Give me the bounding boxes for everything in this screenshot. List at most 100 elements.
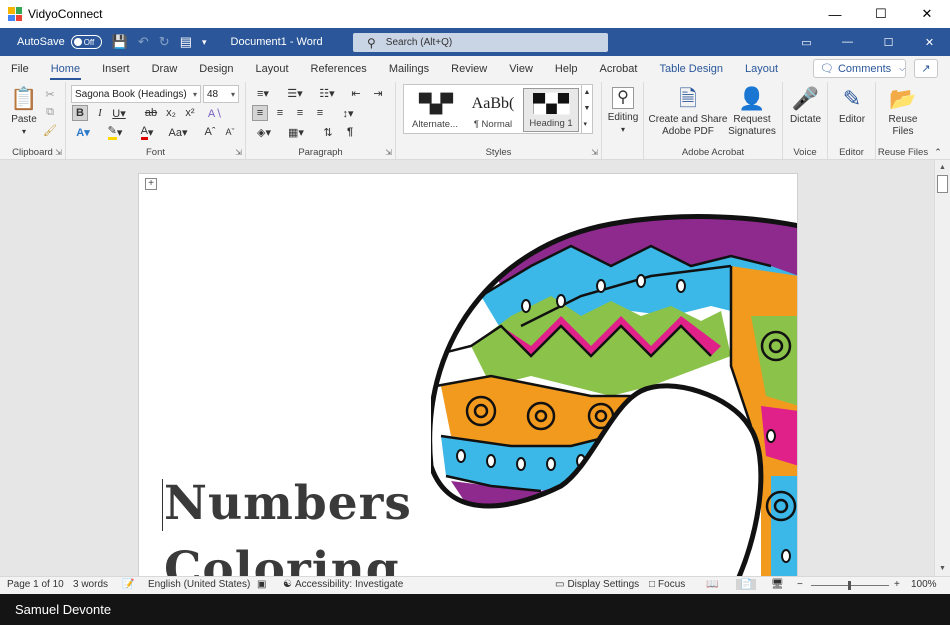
format-painter-icon[interactable]: 🖌: [42, 122, 58, 138]
font-color-button[interactable]: A ▾: [136, 124, 158, 140]
undo-icon[interactable]: ↶: [138, 34, 149, 50]
chart-icon[interactable]: ▤: [180, 34, 192, 50]
clear-formatting-icon[interactable]: A∖: [206, 105, 224, 121]
web-layout-icon[interactable]: 🖥: [771, 579, 784, 590]
tab-table-layout[interactable]: Layout: [734, 56, 789, 82]
document-heading-line-2[interactable]: Coloring: [164, 542, 400, 576]
word-count[interactable]: 3 words: [73, 579, 108, 590]
bold-button[interactable]: B: [72, 105, 88, 121]
document-page[interactable]: + Numbers Coloring: [138, 173, 798, 576]
close-button[interactable]: ✕: [904, 0, 950, 28]
multilevel-list-button[interactable]: ☷▾: [316, 85, 338, 101]
style-alternate[interactable]: ▀▄▀ Alternate...: [407, 88, 463, 132]
font-name-dropdown[interactable]: Sagona Book (Headings) ▾: [71, 85, 201, 103]
create-share-pdf-button[interactable]: 🗎 Create and Share Adobe PDF: [648, 84, 728, 138]
tab-acrobat[interactable]: Acrobat: [589, 56, 649, 82]
tab-help[interactable]: Help: [544, 56, 589, 82]
macro-icon[interactable]: ▣: [257, 579, 266, 590]
align-right-button[interactable]: ≡: [292, 105, 308, 121]
increase-indent-icon[interactable]: ⇥: [370, 85, 386, 101]
numbering-button[interactable]: ☰▾: [284, 85, 306, 101]
request-signatures-button[interactable]: 👤 Request Signatures: [726, 84, 778, 138]
dialog-launcher-icon[interactable]: ⇲: [385, 148, 392, 157]
style-heading-1[interactable]: ▄▀▄ Heading 1: [523, 88, 579, 132]
share-button[interactable]: ↗: [914, 59, 938, 78]
vertical-scrollbar[interactable]: ▲ ▼: [934, 160, 950, 576]
text-effects-button[interactable]: A▾: [72, 124, 94, 140]
word-restore-button[interactable]: ☐: [868, 28, 909, 56]
change-case-button[interactable]: Aa▾: [166, 124, 190, 140]
borders-button[interactable]: ▦▾: [284, 124, 308, 140]
document-heading-line-1[interactable]: Numbers: [164, 476, 412, 531]
save-icon[interactable]: 💾: [112, 34, 128, 50]
copy-icon[interactable]: ⧉: [42, 104, 58, 120]
read-mode-icon[interactable]: 📖: [706, 579, 718, 590]
justify-button[interactable]: ≡: [312, 105, 328, 121]
customize-qat-icon[interactable]: ▾: [202, 37, 207, 48]
table-move-handle-icon[interactable]: +: [145, 178, 157, 190]
paste-button[interactable]: 📋 Paste ▾: [8, 84, 40, 138]
align-left-button[interactable]: ≡: [252, 105, 268, 121]
reuse-files-button[interactable]: 📂 Reuse Files: [880, 84, 926, 138]
underline-button[interactable]: U▾: [110, 105, 128, 121]
ribbon-display-icon[interactable]: ▭: [786, 28, 827, 56]
tab-draw[interactable]: Draw: [141, 56, 189, 82]
scroll-down-icon[interactable]: ▼: [935, 562, 950, 575]
redo-icon[interactable]: ↻: [159, 34, 170, 50]
word-minimize-button[interactable]: —: [827, 28, 868, 56]
scrollbar-thumb[interactable]: [937, 175, 948, 193]
collapse-ribbon-icon[interactable]: ⌃: [932, 146, 944, 158]
search-box[interactable]: ⚲ Search (Alt+Q): [353, 33, 608, 52]
tab-view[interactable]: View: [498, 56, 544, 82]
dialog-launcher-icon[interactable]: ⇲: [55, 148, 62, 157]
dialog-launcher-icon[interactable]: ⇲: [591, 148, 598, 157]
page-count[interactable]: Page 1 of 10: [7, 579, 64, 590]
language[interactable]: English (United States): [148, 579, 250, 590]
zoom-slider-thumb[interactable]: [848, 581, 851, 590]
grow-font-button[interactable]: Aˆ: [202, 124, 218, 140]
print-layout-icon[interactable]: 📄: [736, 579, 757, 590]
dialog-launcher-icon[interactable]: ⇲: [235, 148, 242, 157]
tab-home[interactable]: Home: [40, 56, 91, 82]
word-close-button[interactable]: ✕: [909, 28, 950, 56]
sort-icon[interactable]: ⇅: [320, 124, 336, 140]
decrease-indent-icon[interactable]: ⇤: [348, 85, 364, 101]
zoom-in-button[interactable]: +: [894, 579, 900, 590]
minimize-button[interactable]: —: [812, 0, 858, 28]
autosave-toggle[interactable]: Off: [70, 35, 102, 49]
font-size-dropdown[interactable]: 48 ▾: [203, 85, 239, 103]
comments-button[interactable]: 🗨 Comments ⌵: [813, 59, 906, 78]
tab-table-design[interactable]: Table Design: [648, 56, 734, 82]
tab-review[interactable]: Review: [440, 56, 498, 82]
shrink-font-button[interactable]: Aˇ: [222, 124, 238, 140]
tab-file[interactable]: File: [0, 56, 40, 82]
tab-references[interactable]: References: [300, 56, 378, 82]
maximize-button[interactable]: ☐: [858, 0, 904, 28]
zoom-out-button[interactable]: −: [797, 579, 803, 590]
style-normal[interactable]: AaBb( ¶ Normal: [465, 88, 521, 132]
scroll-up-icon[interactable]: ▲: [935, 161, 950, 174]
italic-button[interactable]: I: [92, 105, 108, 121]
editor-button[interactable]: ✎ Editor: [832, 84, 872, 126]
editing-button[interactable]: ⚲ Editing ▾: [605, 84, 641, 136]
styles-scroll[interactable]: ▲ ▼ ▾: [581, 85, 592, 133]
shading-button[interactable]: ◈▾: [252, 124, 276, 140]
tab-insert[interactable]: Insert: [91, 56, 141, 82]
tab-layout[interactable]: Layout: [245, 56, 300, 82]
strikethrough-button[interactable]: ab: [142, 105, 160, 121]
highlight-button[interactable]: ✎ ▾: [104, 124, 126, 140]
cut-icon[interactable]: ✂: [42, 86, 58, 102]
tab-mailings[interactable]: Mailings: [378, 56, 440, 82]
bullets-button[interactable]: ≡▾: [252, 85, 274, 101]
accessibility-status[interactable]: ☯ Accessibility: Investigate: [283, 579, 403, 590]
zoom-level[interactable]: 100%: [911, 579, 937, 590]
proofing-icon[interactable]: 📝: [122, 579, 134, 590]
align-center-button[interactable]: ≡: [272, 105, 288, 121]
tab-design[interactable]: Design: [188, 56, 244, 82]
show-formatting-icon[interactable]: ¶: [342, 124, 358, 140]
subscript-button[interactable]: x₂: [163, 105, 179, 121]
line-spacing-button[interactable]: ↕▾: [336, 105, 360, 121]
superscript-button[interactable]: x²: [182, 105, 198, 121]
display-settings[interactable]: ▭ Display Settings: [555, 579, 639, 590]
dictate-button[interactable]: 🎤 Dictate: [786, 84, 825, 126]
